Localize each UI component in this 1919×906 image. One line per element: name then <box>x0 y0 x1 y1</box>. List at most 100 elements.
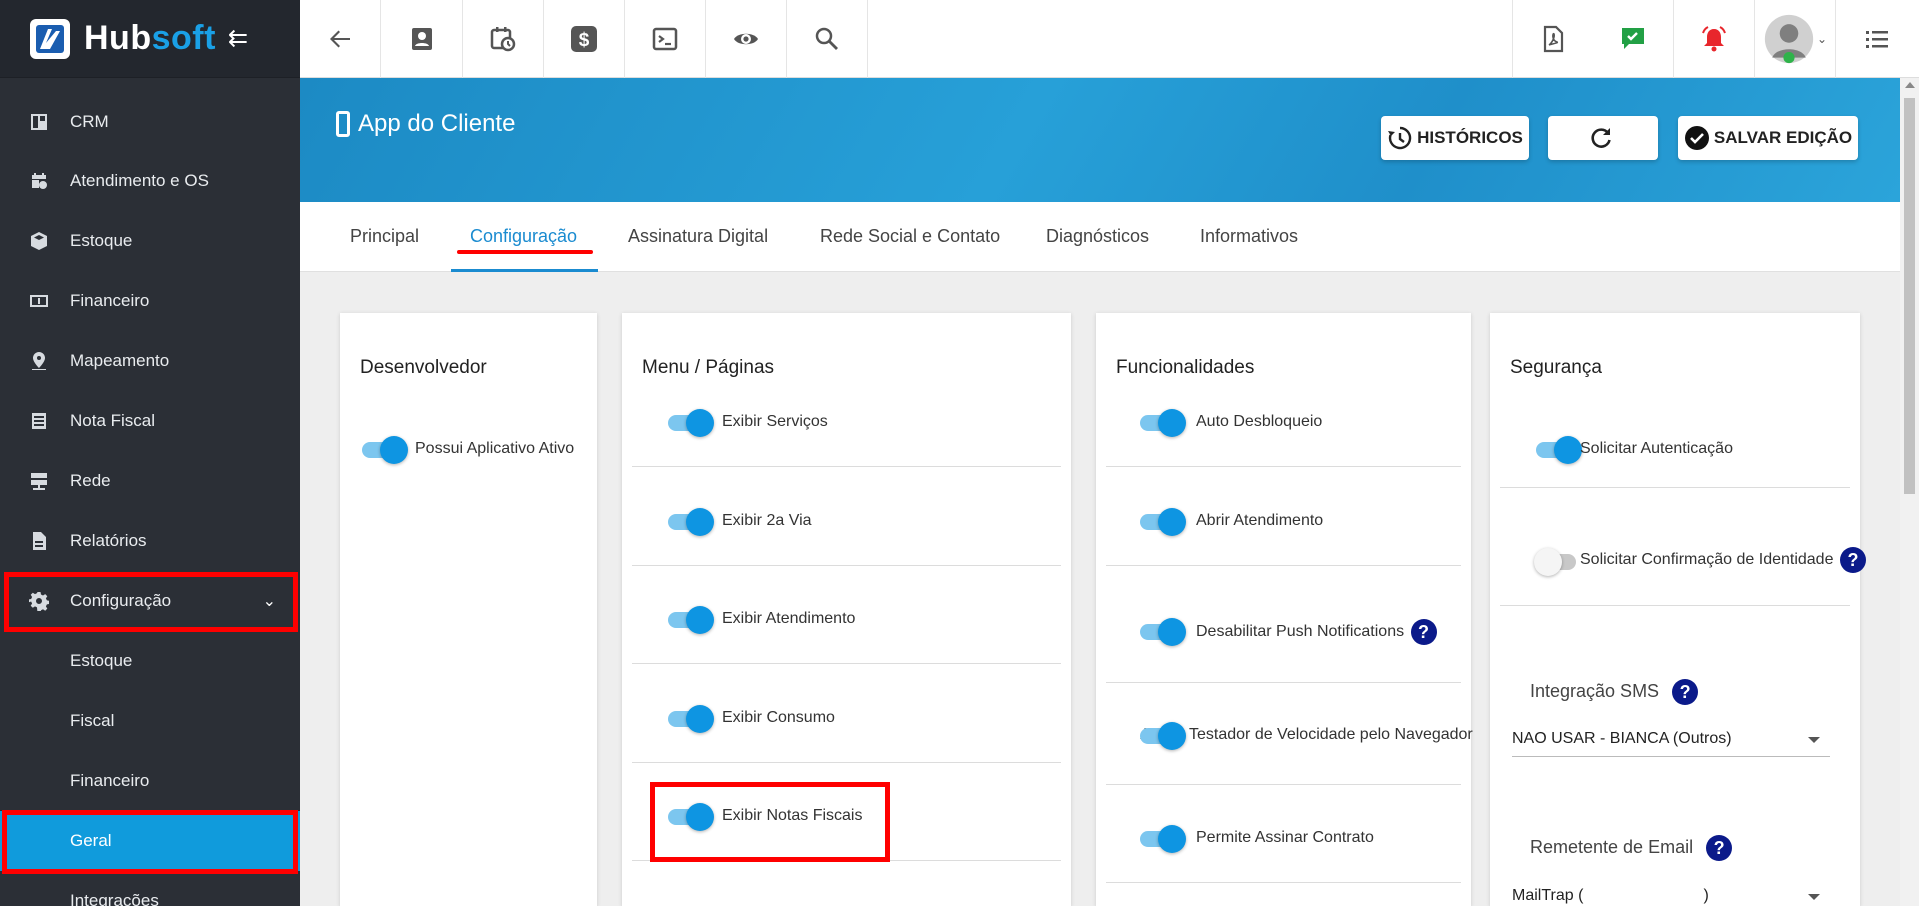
user-menu-button[interactable]: ⌄ <box>1755 0 1836 78</box>
server-icon <box>28 470 50 492</box>
toggle-possui-aplicativo-ativo[interactable] <box>360 436 408 464</box>
page-header: App do Cliente HISTÓRICOS SALVAR EDIÇÃO <box>300 78 1900 202</box>
toggle-exibir-servicos[interactable] <box>666 409 714 437</box>
historicos-button[interactable]: HISTÓRICOS <box>1381 116 1529 160</box>
scroll-up-icon[interactable] <box>1905 82 1915 88</box>
pdf-button[interactable] <box>1512 0 1593 78</box>
scrollbar-thumb[interactable] <box>1904 98 1915 494</box>
list-item: Exibir Atendimento <box>632 566 1061 664</box>
finance-button[interactable]: $ <box>544 0 625 78</box>
toggle-solicitar-confirmacao-identidade[interactable] <box>1534 548 1580 576</box>
help-icon[interactable]: ? <box>1706 835 1733 861</box>
top-toolbar: $ ⌄ <box>300 0 1919 78</box>
sidebar-item-label: Rede <box>70 471 111 490</box>
list-icon <box>1865 31 1888 48</box>
tab-principal[interactable]: Principal <box>350 226 419 247</box>
toggle-desabilitar-push[interactable] <box>1138 618 1186 646</box>
toggle-exibir-consumo[interactable] <box>666 705 714 733</box>
highlight-configuracao <box>4 572 298 632</box>
sidebar-item-label: Integrações <box>70 891 159 906</box>
list-item: Auto Desbloqueio <box>1106 369 1461 467</box>
historicos-label: HISTÓRICOS <box>1417 128 1523 147</box>
tab-rede-social-contato[interactable]: Rede Social e Contato <box>820 226 1000 247</box>
list-item: Solicitar Autenticação <box>1500 369 1850 488</box>
hubsoft-logo-icon[interactable] <box>30 18 70 59</box>
menu-button[interactable] <box>1836 0 1917 78</box>
help-icon[interactable]: ? <box>1839 547 1866 573</box>
tab-assinatura-digital[interactable]: Assinatura Digital <box>628 226 768 247</box>
contact-card-icon <box>412 28 432 50</box>
list-item: Exibir Consumo <box>632 665 1061 763</box>
list-item: A Testador de Velocidade pelo Navegador <box>1106 684 1473 785</box>
sidebar-item-label: Atendimento e OS <box>70 171 209 190</box>
toggle-label: Desabilitar Push Notifications ? <box>1196 619 1437 645</box>
sidebar-item-crm[interactable]: CRM <box>0 92 300 152</box>
check-circle-icon <box>1684 126 1709 150</box>
sidebar-item-mapeamento[interactable]: Mapeamento <box>0 331 300 391</box>
salvar-edicao-label: SALVAR EDIÇÃO <box>1713 128 1853 147</box>
tab-bar: Principal Configuração Assinatura Digita… <box>300 202 1900 272</box>
search-button[interactable] <box>787 0 868 78</box>
sidebar-subitem-integracoes[interactable]: Integrações <box>0 871 300 906</box>
toggle-exibir-2a-via[interactable] <box>666 508 714 536</box>
toggle-label: Solicitar Autenticação <box>1580 440 1733 457</box>
salvar-edicao-button[interactable]: SALVAR EDIÇÃO <box>1678 116 1858 160</box>
toggle-auto-desbloqueio[interactable] <box>1138 409 1186 437</box>
sidebar-subitem-estoque[interactable]: Estoque <box>0 631 300 691</box>
money-icon <box>28 290 50 312</box>
card-menu-paginas: Menu / Páginas Exibir Serviços Exibir 2a… <box>622 313 1071 906</box>
help-icon[interactable]: ? <box>1672 679 1699 705</box>
sidebar-item-rede[interactable]: Rede <box>0 451 300 511</box>
remetente-email-select[interactable]: MailTrap ( ) <box>1512 880 1830 906</box>
messages-button[interactable] <box>1593 0 1674 78</box>
page-scrollbar[interactable] <box>1900 78 1919 906</box>
sidebar: Hubsoft ⇇ CRM Atendimento e OS Estoque F… <box>0 0 300 906</box>
smartphone-icon <box>336 111 350 137</box>
sidebar-item-atendimento[interactable]: Atendimento e OS <box>0 151 300 211</box>
alarm-button[interactable] <box>1674 0 1755 78</box>
toggle-label: Possui Aplicativo Ativo <box>415 440 575 457</box>
page-title: App do Cliente <box>336 110 515 138</box>
toggle-label: Solicitar Confirmação de Identidade ? <box>1580 547 1866 573</box>
terminal-button[interactable] <box>625 0 706 78</box>
dollar-icon: $ <box>571 26 597 52</box>
view-button[interactable] <box>706 0 787 78</box>
calendar-button[interactable] <box>463 0 544 78</box>
collapse-menu-icon[interactable]: ⇇ <box>228 24 248 53</box>
search-icon <box>815 27 838 50</box>
integracao-sms-label: Integração SMS ? <box>1530 679 1699 705</box>
integracao-sms-select[interactable]: NAO USAR - BIANCA (Outros) <box>1512 723 1830 757</box>
toggle-label: Exibir 2a Via <box>722 512 812 529</box>
report-icon <box>28 530 50 552</box>
calendar-clock-icon <box>28 170 50 192</box>
list-item: Solicitar Confirmação de Identidade ? <box>1500 489 1866 606</box>
sidebar-item-label: Estoque <box>70 231 133 250</box>
chat-check-icon <box>1622 28 1644 49</box>
toggle-exibir-atendimento[interactable] <box>666 606 714 634</box>
toggle-abrir-atendimento[interactable] <box>1138 508 1186 536</box>
card-desenvolvedor: Desenvolvedor Possui Aplicativo Ativo <box>340 313 597 906</box>
sidebar-item-label: Estoque <box>70 651 133 670</box>
sidebar-item-financeiro[interactable]: Financeiro <box>0 271 300 331</box>
sidebar-item-relatorios[interactable]: Relatórios <box>0 511 300 571</box>
sidebar-item-label: CRM <box>70 112 109 131</box>
sidebar-item-nota-fiscal[interactable]: Nota Fiscal <box>0 391 300 451</box>
toggle-label: Testador de Velocidade pelo Navegador <box>1189 726 1473 743</box>
toggle-permite-assinar-contrato[interactable] <box>1138 825 1186 853</box>
toggle-solicitar-autenticacao[interactable] <box>1534 436 1582 464</box>
sidebar-subitem-financeiro[interactable]: Financeiro <box>0 751 300 811</box>
tab-configuracao[interactable]: Configuração <box>470 226 577 247</box>
back-button[interactable] <box>300 0 381 78</box>
arrow-left-icon <box>330 30 350 48</box>
refresh-button[interactable] <box>1548 116 1658 160</box>
sidebar-item-estoque[interactable]: Estoque <box>0 211 300 271</box>
tab-diagnosticos[interactable]: Diagnósticos <box>1046 226 1149 247</box>
tab-informativos[interactable]: Informativos <box>1200 226 1298 247</box>
contacts-button[interactable] <box>382 0 463 78</box>
help-icon[interactable]: ? <box>1410 619 1437 645</box>
highlight-underline <box>457 250 593 254</box>
sidebar-subitem-fiscal[interactable]: Fiscal <box>0 691 300 751</box>
select-value: NAO USAR - BIANCA (Outros) <box>1512 730 1732 747</box>
toggle-testador-velocidade[interactable] <box>1138 722 1186 750</box>
highlight-exibir-notas-fiscais <box>650 782 890 862</box>
